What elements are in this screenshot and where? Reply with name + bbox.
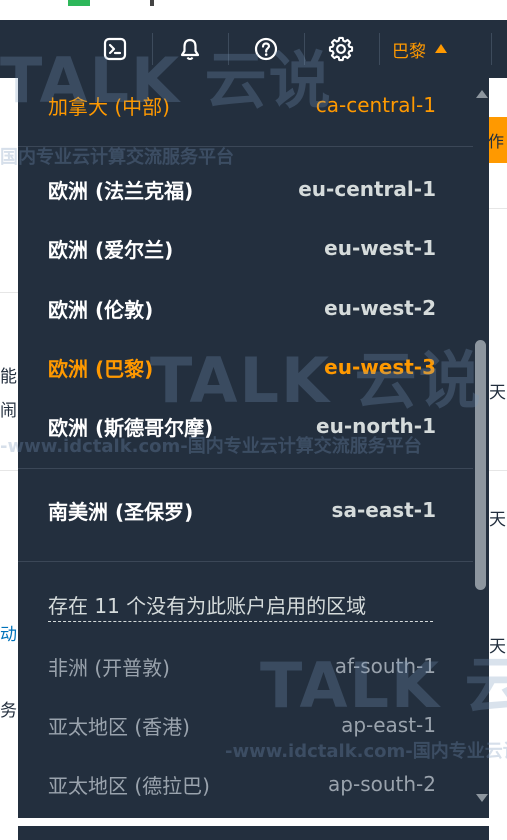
region-code: af-south-1 (334, 654, 436, 678)
scroll-down-arrow-icon[interactable] (476, 794, 488, 802)
region-option-eu-west-3[interactable]: 欧洲 (巴黎) eu-west-3 (48, 347, 436, 387)
help-icon (254, 37, 278, 61)
background-link[interactable]: 动 (0, 620, 18, 645)
disabled-regions-notice-link[interactable]: 存在 11 个没有为此账户启用的区域 (48, 590, 433, 622)
region-name: 欧洲 (爱尔兰) (48, 237, 174, 262)
region-code: eu-central-1 (298, 177, 436, 201)
region-option-eu-west-1[interactable]: 欧洲 (爱尔兰) eu-west-1 (48, 228, 436, 268)
menu-divider (18, 468, 473, 469)
region-name: 加拿大 (中部) (48, 94, 170, 119)
region-code: ap-east-1 (341, 713, 436, 737)
background-text: 天 (489, 637, 506, 657)
scroll-up-arrow-icon[interactable] (476, 90, 488, 98)
region-code: eu-north-1 (316, 414, 436, 438)
disabled-region-ap-east-1: 亚太地区 (香港) ap-east-1 (48, 705, 436, 745)
background-orange-button-label: 作 (488, 132, 505, 151)
divider (489, 470, 507, 471)
menu-divider (18, 146, 473, 147)
divider (489, 208, 507, 209)
nav-divider (228, 33, 229, 65)
region-name: 欧洲 (巴黎) (48, 356, 154, 381)
scrollbar-thumb[interactable] (475, 340, 486, 590)
nav-divider (491, 33, 492, 65)
region-name: 亚太地区 (香港) (48, 714, 190, 739)
region-code: eu-west-1 (324, 236, 436, 260)
region-option-eu-west-2[interactable]: 欧洲 (伦敦) eu-west-2 (48, 288, 436, 328)
region-option-sa-east-1[interactable]: 南美洲 (圣保罗) sa-east-1 (48, 490, 436, 530)
region-option-eu-central-1[interactable]: 欧洲 (法兰克福) eu-central-1 (48, 169, 436, 209)
settings-button[interactable] (323, 20, 359, 78)
divider (0, 292, 18, 293)
region-dropdown-menu: 加拿大 (中部) ca-central-1 欧洲 (法兰克福) eu-centr… (18, 78, 489, 818)
caret-up-icon (435, 43, 447, 53)
help-button[interactable] (248, 20, 284, 78)
nav-divider (152, 33, 153, 65)
region-name: 亚太地区 (德拉巴) (48, 773, 210, 798)
region-name: 欧洲 (法兰克福) (48, 178, 194, 203)
region-selector-label: 巴黎 (392, 41, 426, 62)
region-name: 欧洲 (伦敦) (48, 297, 154, 322)
divider (0, 470, 18, 471)
bell-icon (180, 38, 200, 61)
cloudshell-button[interactable] (97, 20, 133, 78)
terminal-icon (103, 37, 127, 61)
region-code: eu-west-2 (324, 296, 436, 320)
footer-bar (18, 826, 489, 840)
gear-icon (328, 36, 354, 62)
background-text: 能孪 (0, 367, 18, 387)
background-text: 务 (0, 701, 17, 721)
menu-divider (18, 561, 473, 562)
background-text: 天 (489, 510, 506, 530)
disabled-region-af-south-1: 非洲 (开普敦) af-south-1 (48, 646, 436, 686)
region-code: ap-south-2 (328, 772, 436, 796)
disabled-region-ap-south-2: 亚太地区 (德拉巴) ap-south-2 (48, 764, 436, 804)
dropdown-scrollbar[interactable] (473, 78, 489, 818)
region-name: 南美洲 (圣保罗) (48, 499, 194, 524)
tab-indicator-dark (150, 0, 154, 6)
tab-indicator (68, 0, 90, 6)
background-text: 闹 (0, 401, 17, 421)
top-navigation-bar: 巴黎 (0, 20, 507, 78)
region-option-ca-central-1[interactable]: 加拿大 (中部) ca-central-1 (48, 85, 436, 125)
region-name: 欧洲 (斯德哥尔摩) (48, 415, 214, 440)
region-selector-button[interactable]: 巴黎 (392, 20, 447, 78)
browser-tab-strip (0, 0, 507, 20)
region-code: sa-east-1 (331, 498, 436, 522)
region-code: eu-west-3 (324, 355, 436, 379)
region-option-eu-north-1[interactable]: 欧洲 (斯德哥尔摩) eu-north-1 (48, 406, 436, 446)
nav-divider (304, 33, 305, 65)
nav-divider (379, 33, 380, 65)
region-code: ca-central-1 (315, 93, 436, 117)
region-name: 非洲 (开普敦) (48, 655, 170, 680)
background-text: 天 (489, 383, 506, 403)
notifications-button[interactable] (172, 20, 208, 78)
